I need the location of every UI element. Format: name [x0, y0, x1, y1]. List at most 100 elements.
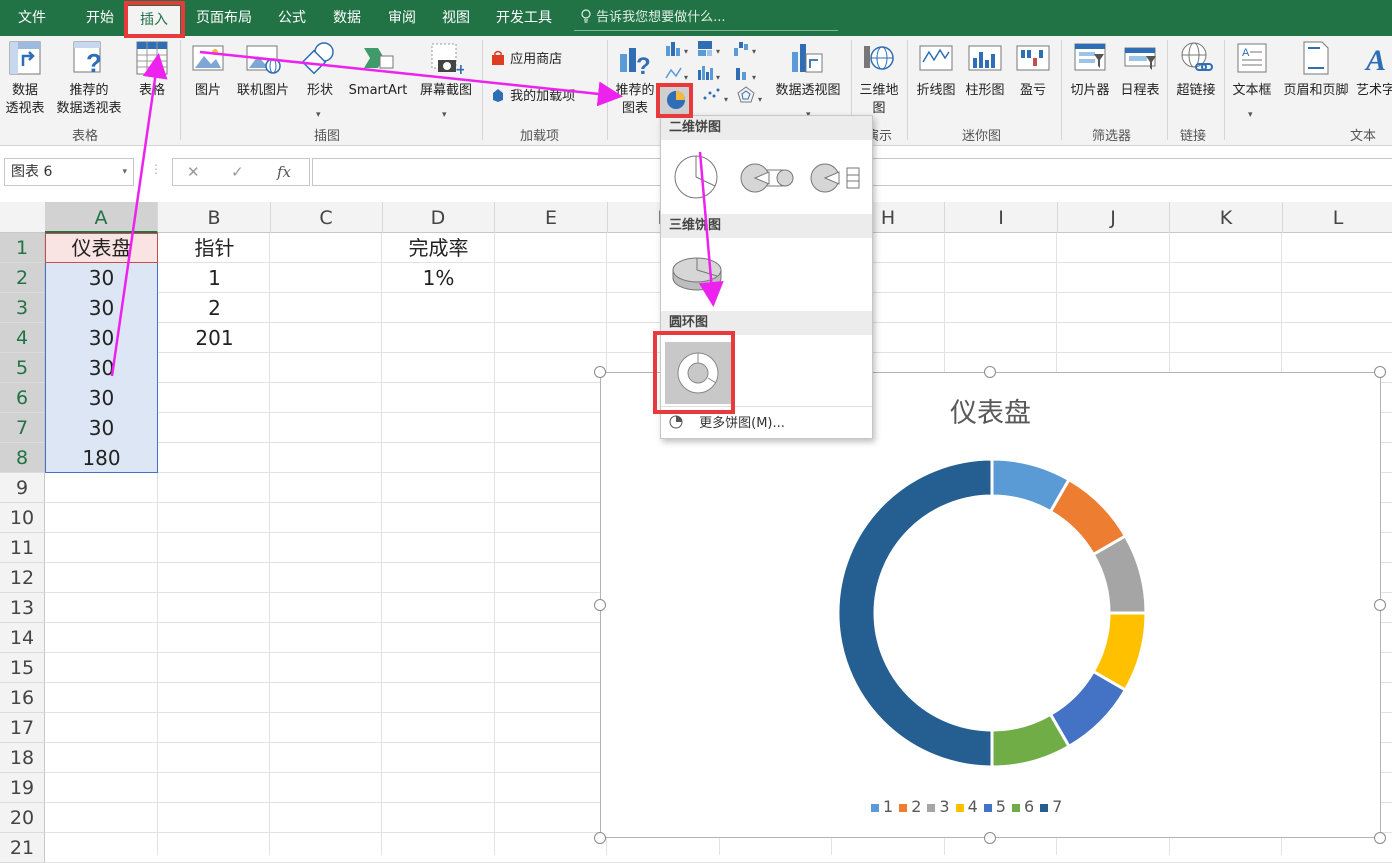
- pivot-chart-button[interactable]: 数据透视图 ▾: [766, 40, 850, 124]
- shapes-button[interactable]: 形状 ▾: [298, 40, 342, 124]
- online-pictures-button[interactable]: 联机图片: [232, 40, 294, 124]
- tab-data[interactable]: 数据: [322, 0, 372, 36]
- column-header-e[interactable]: E: [495, 202, 608, 233]
- cell-d2[interactable]: 1%: [382, 263, 495, 293]
- column-header-d[interactable]: D: [382, 202, 495, 233]
- row-header-8[interactable]: 8: [0, 443, 45, 473]
- chart-area[interactable]: 仪表盘 1234567: [600, 372, 1381, 838]
- header-footer-button[interactable]: 页眉和页脚: [1278, 40, 1354, 124]
- resize-handle-top[interactable]: [984, 366, 996, 378]
- row-header-5[interactable]: 5: [0, 353, 45, 383]
- resize-handle-bottom[interactable]: [984, 832, 996, 844]
- table-button[interactable]: 表格: [132, 40, 172, 124]
- chevron-down-icon[interactable]: ▾: [122, 159, 127, 185]
- row-header-12[interactable]: 12: [0, 563, 45, 593]
- doughnut-segment-7[interactable]: [836, 457, 994, 769]
- drag-handle-icon[interactable]: ⋮: [150, 162, 162, 176]
- resize-handle-top-left[interactable]: [594, 366, 606, 378]
- chart-legend[interactable]: 1234567: [871, 797, 1131, 816]
- cell-a6[interactable]: 30: [45, 383, 158, 413]
- tab-home[interactable]: 开始: [74, 0, 126, 36]
- insert-function-icon[interactable]: fx: [277, 163, 291, 181]
- row-header-17[interactable]: 17: [0, 713, 45, 743]
- cell-a7[interactable]: 30: [45, 413, 158, 443]
- column-header-c[interactable]: C: [270, 202, 383, 233]
- resize-handle-bottom-left[interactable]: [594, 832, 606, 844]
- row-header-4[interactable]: 4: [0, 323, 45, 353]
- resize-handle-right[interactable]: [1374, 599, 1386, 611]
- recommended-charts-button[interactable]: ? 推荐的 图表: [610, 40, 660, 124]
- column-header-b[interactable]: B: [158, 202, 271, 233]
- wordart-button[interactable]: A 艺术字: [1354, 40, 1392, 124]
- row-header-20[interactable]: 20: [0, 803, 45, 833]
- legend-item-6[interactable]: 6: [1011, 797, 1034, 816]
- legend-item-7[interactable]: 7: [1040, 797, 1062, 816]
- 3d-map-button[interactable]: 三维地图: [854, 40, 904, 124]
- resize-handle-top-right[interactable]: [1374, 366, 1386, 378]
- smartart-button[interactable]: SmartArt: [344, 40, 412, 124]
- slicer-button[interactable]: 切片器: [1064, 40, 1116, 124]
- cell-a1[interactable]: 仪表盘: [45, 233, 158, 263]
- row-header-18[interactable]: 18: [0, 743, 45, 773]
- tab-formulas[interactable]: 公式: [268, 0, 316, 36]
- sparkline-line-button[interactable]: 折线图: [910, 40, 962, 124]
- tab-developer[interactable]: 开发工具: [488, 0, 560, 36]
- row-header-11[interactable]: 11: [0, 533, 45, 563]
- row-header-10[interactable]: 10: [0, 503, 45, 533]
- sparkline-column-button[interactable]: 柱形图: [962, 40, 1008, 124]
- cell-a4[interactable]: 30: [45, 323, 158, 353]
- more-pie-charts-item[interactable]: 更多饼图(M)...: [669, 412, 785, 431]
- row-header-1[interactable]: 1: [0, 233, 45, 263]
- sparkline-winloss-button[interactable]: 盈亏: [1010, 40, 1056, 124]
- pictures-button[interactable]: 图片: [188, 40, 228, 124]
- cell-b1[interactable]: 指针: [158, 233, 271, 263]
- column-header-l[interactable]: L: [1282, 202, 1392, 233]
- column-header-k[interactable]: K: [1170, 202, 1283, 233]
- resize-handle-bottom-right[interactable]: [1374, 832, 1386, 844]
- tab-view[interactable]: 视图: [432, 0, 480, 36]
- row-header-21[interactable]: 21: [0, 833, 45, 863]
- name-box[interactable]: 图表 6 ▾: [4, 158, 134, 186]
- row-header-15[interactable]: 15: [0, 653, 45, 683]
- row-header-7[interactable]: 7: [0, 413, 45, 443]
- hyperlink-button[interactable]: 超链接: [1170, 40, 1222, 124]
- my-addins-button[interactable]: 我的加载项: [490, 86, 575, 108]
- legend-item-4[interactable]: 4: [955, 797, 978, 816]
- pie-3d-option[interactable]: [671, 252, 723, 292]
- screenshot-button[interactable]: + 屏幕截图 ▾: [414, 40, 478, 124]
- pie-2d-option[interactable]: [673, 154, 719, 200]
- doughnut-plot[interactable]: [832, 453, 1152, 773]
- tab-review[interactable]: 审阅: [378, 0, 426, 36]
- row-header-16[interactable]: 16: [0, 683, 45, 713]
- bar-of-pie-option[interactable]: [809, 162, 867, 194]
- cell-b4[interactable]: 201: [158, 323, 271, 353]
- column-header-a[interactable]: A: [45, 202, 158, 233]
- legend-item-1[interactable]: 1: [871, 797, 893, 816]
- tab-page-layout[interactable]: 页面布局: [190, 0, 258, 36]
- timeline-button[interactable]: 日程表: [1116, 40, 1164, 124]
- pie-of-pie-option[interactable]: [739, 162, 797, 194]
- textbox-button[interactable]: A 文本框 ▾: [1226, 40, 1278, 124]
- pivot-table-button[interactable]: 数据 透视表: [0, 40, 50, 124]
- row-header-13[interactable]: 13: [0, 593, 45, 623]
- cell-a2[interactable]: 30: [45, 263, 158, 293]
- row-header-6[interactable]: 6: [0, 383, 45, 413]
- enter-icon[interactable]: ✓: [231, 163, 244, 181]
- cell-d1[interactable]: 完成率: [382, 233, 495, 263]
- cell-a5[interactable]: 30: [45, 353, 158, 383]
- row-header-3[interactable]: 3: [0, 293, 45, 323]
- row-header-9[interactable]: 9: [0, 473, 45, 503]
- column-header-j[interactable]: J: [1057, 202, 1170, 233]
- row-header-14[interactable]: 14: [0, 623, 45, 653]
- legend-item-2[interactable]: 2: [899, 797, 921, 816]
- recommended-pivot-button[interactable]: ? 推荐的 数据透视表: [50, 40, 128, 124]
- cancel-icon[interactable]: ✕: [187, 163, 200, 181]
- resize-handle-left[interactable]: [594, 599, 606, 611]
- cell-b2[interactable]: 1: [158, 263, 271, 293]
- legend-item-3[interactable]: 3: [927, 797, 950, 816]
- legend-item-5[interactable]: 5: [983, 797, 1006, 816]
- row-header-2[interactable]: 2: [0, 263, 45, 293]
- column-header-i[interactable]: I: [945, 202, 1058, 233]
- cell-a3[interactable]: 30: [45, 293, 158, 323]
- store-button[interactable]: 应用商店: [490, 49, 562, 71]
